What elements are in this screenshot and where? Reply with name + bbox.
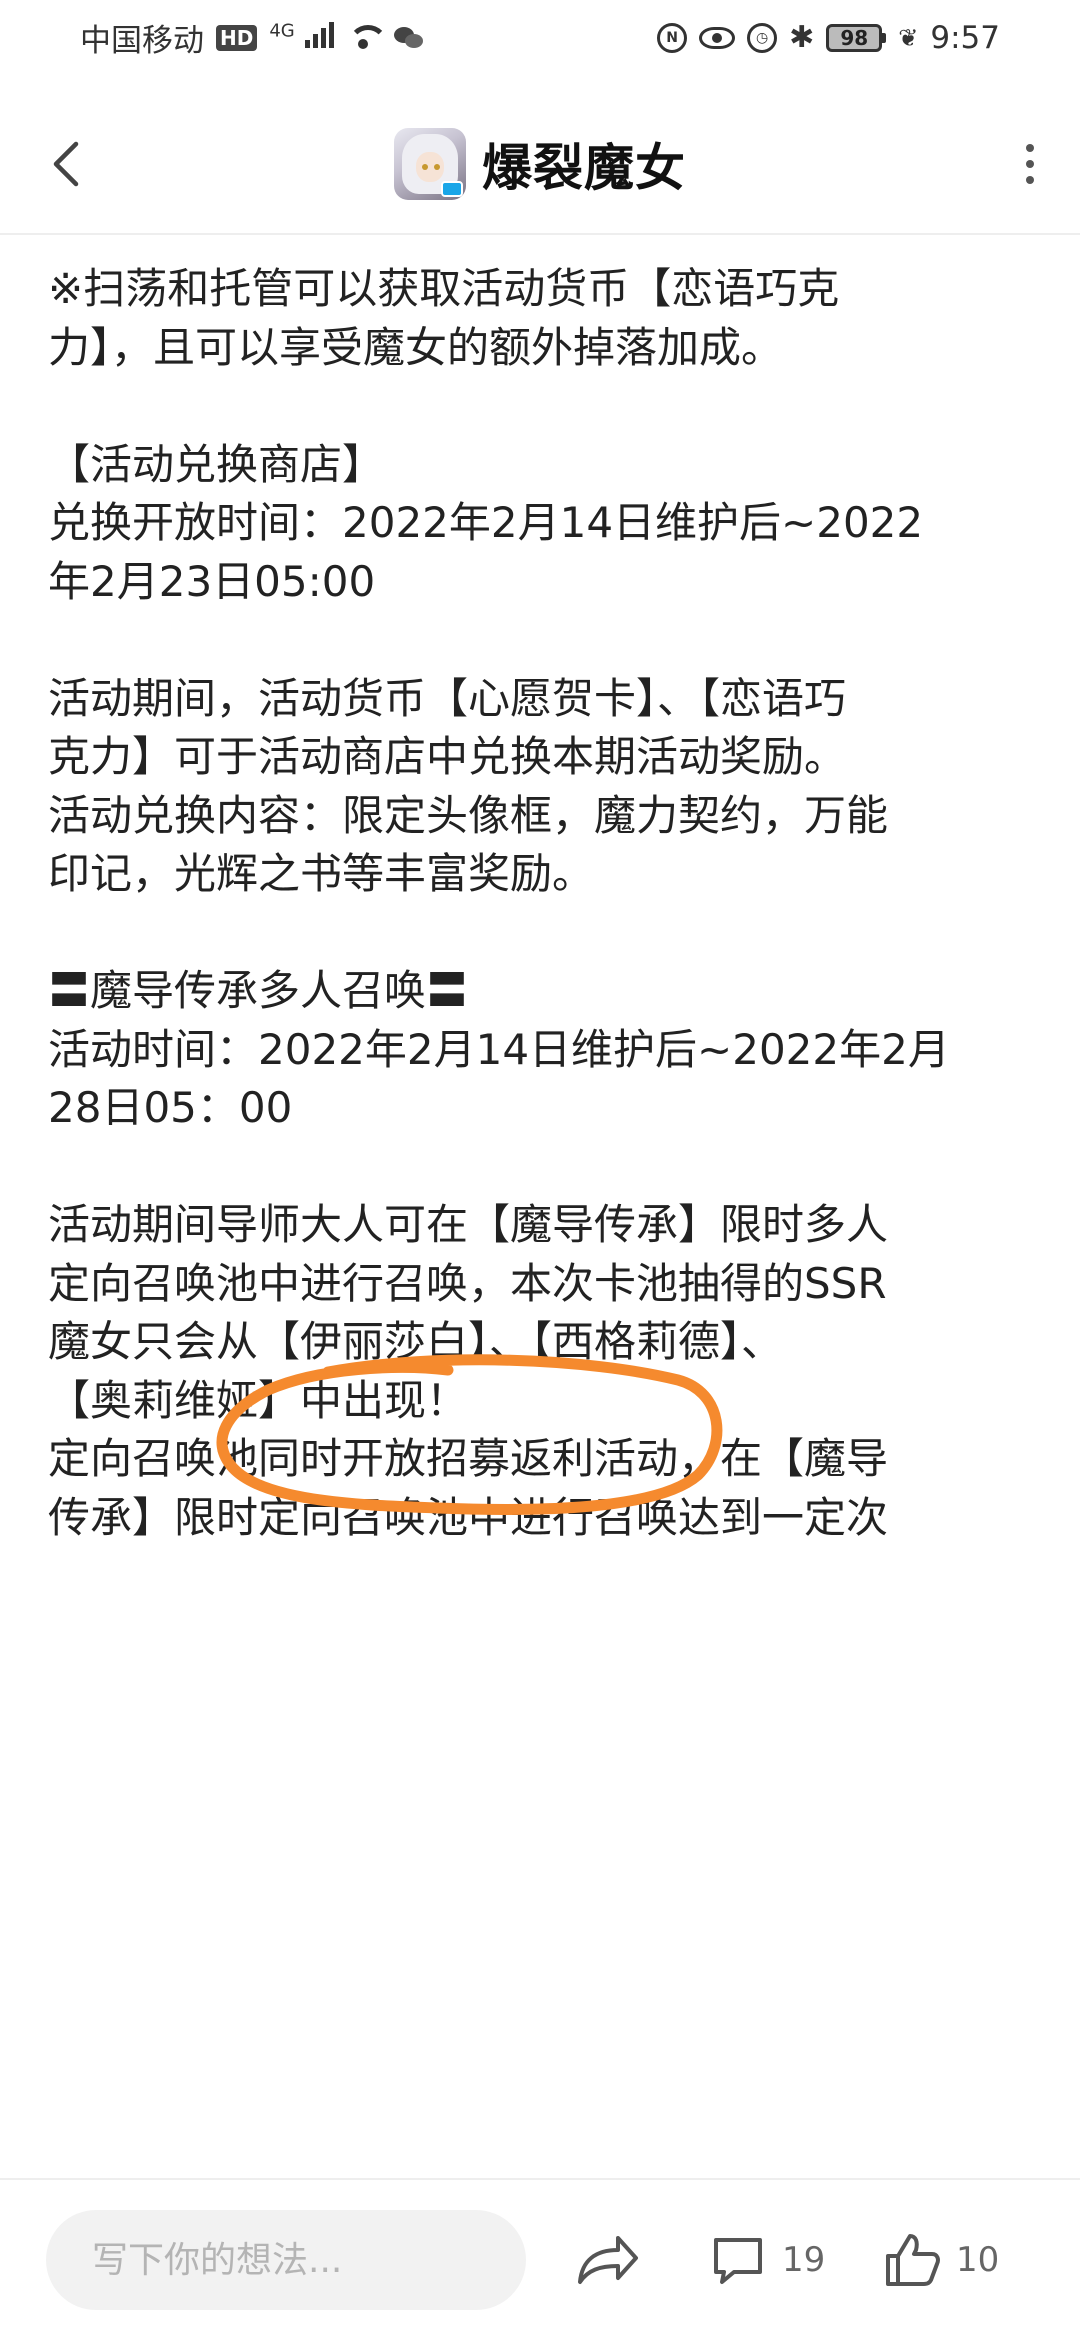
alarm-icon: ◷: [747, 22, 778, 53]
app-avatar: [394, 128, 466, 200]
network-type-label: 4G: [269, 20, 295, 42]
article-line: 传承】限时定向召唤池中进行召唤达到一定次: [48, 1492, 889, 1542]
wifi-icon: [346, 24, 388, 51]
clock-label: 9:57: [930, 19, 1000, 56]
battery-icon: 98: [826, 23, 887, 52]
hd-icon: HD: [216, 24, 258, 51]
article-line: 年2月23日05:00: [48, 556, 376, 606]
article-line: 力】，且可以享受魔女的额外掉落加成。: [48, 322, 784, 372]
status-left: 中国移动 HD 4G: [80, 15, 426, 60]
article-line: 活动期间，活动货币【心愿贺卡】、【恋语巧: [48, 673, 847, 723]
comment-count: 19: [782, 2240, 826, 2280]
article-line: 活动时间：2022年2月14日维护后~2022年2月: [48, 1024, 950, 1074]
share-button[interactable]: [572, 2230, 642, 2290]
battery-level: 98: [826, 23, 883, 52]
status-bar: 中国移动 HD 4G N ◷ ✱ 98 ❦ 9:57: [0, 0, 1080, 75]
article-line: 【奥莉维娅】中出现！: [48, 1375, 469, 1425]
thumbs-up-icon: [886, 2234, 940, 2286]
comment-icon: [714, 2238, 762, 2284]
back-button[interactable]: [36, 134, 96, 194]
article-line: 〓魔导传承多人召唤〓: [48, 966, 469, 1015]
title-group[interactable]: 爆裂魔女: [394, 128, 686, 200]
article-line: 印记，光辉之书等丰富奖励。: [48, 849, 595, 898]
page-title: 爆裂魔女: [482, 139, 686, 197]
comment-button[interactable]: 19: [710, 2222, 825, 2298]
article-line: 【活动兑换商店】: [48, 439, 385, 489]
article-line: 活动兑换内容：限定头像框，魔力契约，万能: [48, 790, 889, 840]
share-icon: [578, 2236, 638, 2284]
wechat-icon: [392, 25, 426, 51]
carrier-label: 中国移动: [80, 23, 204, 59]
article-line: 28日05：00: [48, 1083, 293, 1132]
article-line: ※扫荡和托管可以获取活动货币【恋语巧克: [48, 264, 840, 313]
app-header: 爆裂魔女: [0, 95, 1080, 235]
article-line: 定向召唤池中进行召唤，本次卡池抽得的SSR: [48, 1258, 887, 1308]
like-count: 10: [956, 2240, 1000, 2280]
eye-comfort-icon: [699, 26, 736, 49]
article-line: 活动期间导师大人可在【魔导传承】限时多人: [48, 1200, 889, 1249]
article-line: 兑换开放时间：2022年2月14日维护后~2022: [48, 498, 924, 547]
article-line: 定向召唤池同时开放招募返利活动，在【魔导: [48, 1434, 889, 1483]
more-options-button[interactable]: [1010, 134, 1050, 194]
leaf-icon: ❦: [898, 23, 919, 52]
comment-input[interactable]: [46, 2210, 526, 2310]
nfc-icon: N: [657, 22, 688, 53]
cellular-signal-icon: 4G: [269, 20, 334, 56]
bluetooth-icon: ✱: [789, 20, 815, 55]
status-right: N ◷ ✱ 98 ❦ 9:57: [657, 20, 1000, 56]
article-line: 魔女只会从【伊丽莎白】、【西格莉德】、: [48, 1317, 784, 1366]
article-line: 克力】可于活动商店中兑换本期活动奖励。: [48, 732, 847, 781]
article-content: ※扫荡和托管可以获取活动货币【恋语巧克 力】，且可以享受魔女的额外掉落加成。 【活动…: [48, 260, 1032, 2175]
bottom-action-bar: 19 10: [0, 2178, 1080, 2340]
like-button[interactable]: 10: [882, 2222, 999, 2298]
chevron-left-icon: [53, 141, 79, 187]
